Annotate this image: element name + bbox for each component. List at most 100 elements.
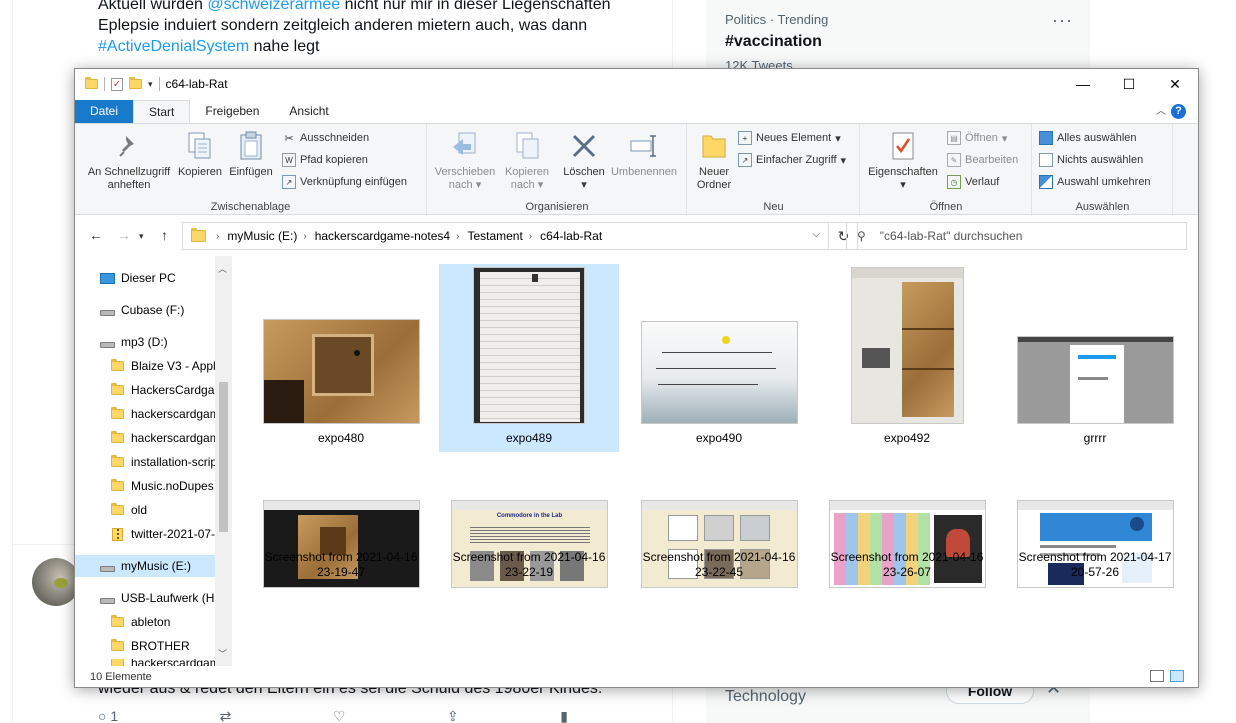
- breadcrumb-item[interactable]: myMusic (E:): [227, 229, 297, 243]
- close-button[interactable]: ✕: [1152, 69, 1198, 99]
- nav-item-label: hackerscardgam: [131, 407, 215, 421]
- invert-selection-button[interactable]: Auswahl umkehren: [1039, 175, 1151, 189]
- copy-path-button[interactable]: W Pfad kopieren: [282, 153, 368, 167]
- chevron-down-icon[interactable]: ⌵: [812, 229, 820, 240]
- new-item-button[interactable]: + Neues Element ▾: [738, 131, 841, 145]
- properties-icon[interactable]: ✓: [111, 77, 123, 91]
- tab-share[interactable]: Freigeben: [190, 100, 274, 123]
- maximize-button[interactable]: ☐: [1106, 69, 1152, 99]
- file-item-selected[interactable]: expo489: [439, 264, 619, 452]
- tab-start[interactable]: Start: [133, 100, 191, 123]
- analytics-icon[interactable]: ▮: [560, 708, 568, 723]
- breadcrumb-separator[interactable]: ›: [456, 231, 459, 242]
- search-input[interactable]: ⚲ "c64-lab-Rat" durchsuchen: [846, 222, 1187, 250]
- rename-icon: [627, 130, 661, 162]
- paste-button[interactable]: Einfügen: [225, 130, 277, 179]
- tab-file[interactable]: Datei: [75, 100, 134, 123]
- open-button[interactable]: ▤ Öffnen ▾: [947, 131, 1007, 145]
- copy-to-button[interactable]: Kopieren nach ▾: [498, 130, 556, 192]
- tweet-text-part: nahe legt: [249, 38, 320, 55]
- tab-view[interactable]: Ansicht: [274, 100, 343, 123]
- breadcrumb-item[interactable]: c64-lab-Rat: [540, 229, 602, 243]
- trend-more-icon[interactable]: ···: [1052, 10, 1073, 31]
- file-item[interactable]: grrrr: [1005, 264, 1185, 452]
- nav-item-folder[interactable]: Blaize V3 - Appli: [75, 355, 215, 377]
- tweet-hashtag-link[interactable]: #ActiveDenialSystem: [98, 38, 249, 55]
- nav-item-this-pc[interactable]: Dieser PC: [75, 267, 215, 289]
- new-folder-icon: [697, 130, 731, 162]
- nav-item-label: Cubase (F:): [121, 303, 185, 317]
- breadcrumb-separator[interactable]: ›: [216, 231, 219, 242]
- nav-item-drive-selected[interactable]: myMusic (E:): [75, 555, 215, 577]
- file-view: expo480 expo489 expo490 expo492 grrrr Sc…: [233, 256, 1198, 666]
- file-item[interactable]: Screenshot from 2021-04-16 23-19-47: [251, 456, 431, 644]
- tweet-mention-link[interactable]: @schweizerarmee: [207, 0, 340, 13]
- nav-item-folder[interactable]: old: [75, 499, 215, 521]
- pin-quick-access-button[interactable]: An Schnellzugriff anheften: [81, 130, 177, 192]
- breadcrumb-item[interactable]: hackerscardgame-notes4: [315, 229, 450, 243]
- nav-item-drive[interactable]: Cubase (F:): [75, 299, 215, 321]
- details-view-icon[interactable]: [1150, 670, 1164, 682]
- share-icon[interactable]: ⇪: [447, 708, 459, 723]
- nav-item-drive[interactable]: mp3 (D:): [75, 331, 215, 353]
- select-all-button[interactable]: Alles auswählen: [1039, 131, 1137, 145]
- large-icons-view-icon[interactable]: [1170, 670, 1184, 682]
- customize-toolbar-icon[interactable]: ▾: [148, 79, 153, 90]
- new-folder-icon[interactable]: [129, 77, 142, 89]
- retweet-icon[interactable]: ⇄: [220, 708, 232, 723]
- recent-locations-icon[interactable]: ▾: [139, 231, 144, 242]
- help-icon[interactable]: ?: [1171, 104, 1186, 119]
- nav-item-folder[interactable]: BROTHER: [75, 635, 215, 657]
- nav-item-folder[interactable]: HackersCardgan: [75, 379, 215, 401]
- forward-button[interactable]: →: [117, 227, 131, 243]
- nav-item-folder[interactable]: hackerscardgam: [75, 659, 215, 666]
- scroll-up-icon[interactable]: ︿: [218, 262, 227, 275]
- nav-item-folder[interactable]: Music.noDupes: [75, 475, 215, 497]
- trend-hashtag[interactable]: #vaccination: [725, 33, 822, 51]
- nav-item-folder[interactable]: ableton: [75, 611, 215, 633]
- nav-item-zip-folder[interactable]: twitter-2021-07-: [75, 523, 215, 545]
- collapse-ribbon-icon[interactable]: ︿: [1156, 102, 1166, 117]
- cut-button[interactable]: ✂ Ausschneiden: [282, 131, 369, 145]
- copy-button[interactable]: Kopieren: [175, 130, 225, 179]
- nav-item-folder[interactable]: hackerscardgam: [75, 403, 215, 425]
- select-none-button[interactable]: Nichts auswählen: [1039, 153, 1143, 167]
- file-item[interactable]: Screenshot from 2021-04-17 20-57-26: [1005, 456, 1185, 644]
- back-button[interactable]: ←: [89, 227, 103, 243]
- file-item[interactable]: expo492: [817, 264, 997, 452]
- new-item-icon: +: [738, 131, 752, 145]
- like-icon[interactable]: ♡: [333, 708, 346, 723]
- nav-item-drive[interactable]: USB-Laufwerk (H:: [75, 587, 215, 609]
- breadcrumb[interactable]: › myMusic (E:) › hackerscardgame-notes4 …: [182, 222, 829, 250]
- easy-access-button[interactable]: ↗ Einfacher Zugriff ▾: [738, 153, 846, 167]
- nav-scrollbar[interactable]: ︿ ﹀: [215, 256, 232, 666]
- breadcrumb-item[interactable]: Testament: [467, 229, 522, 243]
- avatar[interactable]: [32, 558, 80, 606]
- breadcrumb-separator[interactable]: ›: [303, 231, 306, 242]
- file-item[interactable]: Screenshot from 2021-04-16 23-22-45: [629, 456, 809, 644]
- file-item[interactable]: Commodore in the Lab Screenshot from 202…: [439, 456, 619, 644]
- new-folder-button[interactable]: Neuer Ordner: [690, 130, 738, 192]
- nav-item-label: ableton: [131, 615, 171, 629]
- edit-button[interactable]: ✎ Bearbeiten: [947, 153, 1018, 167]
- toolbar-divider: [158, 77, 160, 91]
- scroll-down-icon[interactable]: ﹀: [218, 647, 227, 660]
- file-item[interactable]: expo480: [251, 264, 431, 452]
- file-item[interactable]: Screenshot from 2021-04-16 23-26-07: [817, 456, 997, 644]
- history-button[interactable]: ◷ Verlauf: [947, 175, 999, 189]
- breadcrumb-separator[interactable]: ›: [529, 231, 532, 242]
- delete-button[interactable]: Löschen ▾: [560, 130, 608, 192]
- properties-button[interactable]: Eigenschaften ▾: [863, 130, 943, 192]
- scrollbar-thumb[interactable]: [219, 382, 228, 532]
- file-item[interactable]: expo490: [629, 264, 809, 452]
- minimize-button[interactable]: —: [1060, 69, 1106, 99]
- nav-item-folder[interactable]: hackerscardgam: [75, 427, 215, 449]
- status-bar: 10 Elemente: [75, 666, 1198, 687]
- up-button[interactable]: ↑: [161, 227, 168, 243]
- rename-button[interactable]: Umbenennen: [608, 130, 680, 179]
- reply-button[interactable]: ○ 1: [98, 708, 118, 723]
- paste-shortcut-button[interactable]: ↗ Verknüpfung einfügen: [282, 175, 407, 189]
- move-to-button[interactable]: Verschieben nach ▾: [432, 130, 498, 192]
- nav-item-folder[interactable]: installation-scrip: [75, 451, 215, 473]
- select-none-icon: [1039, 153, 1053, 167]
